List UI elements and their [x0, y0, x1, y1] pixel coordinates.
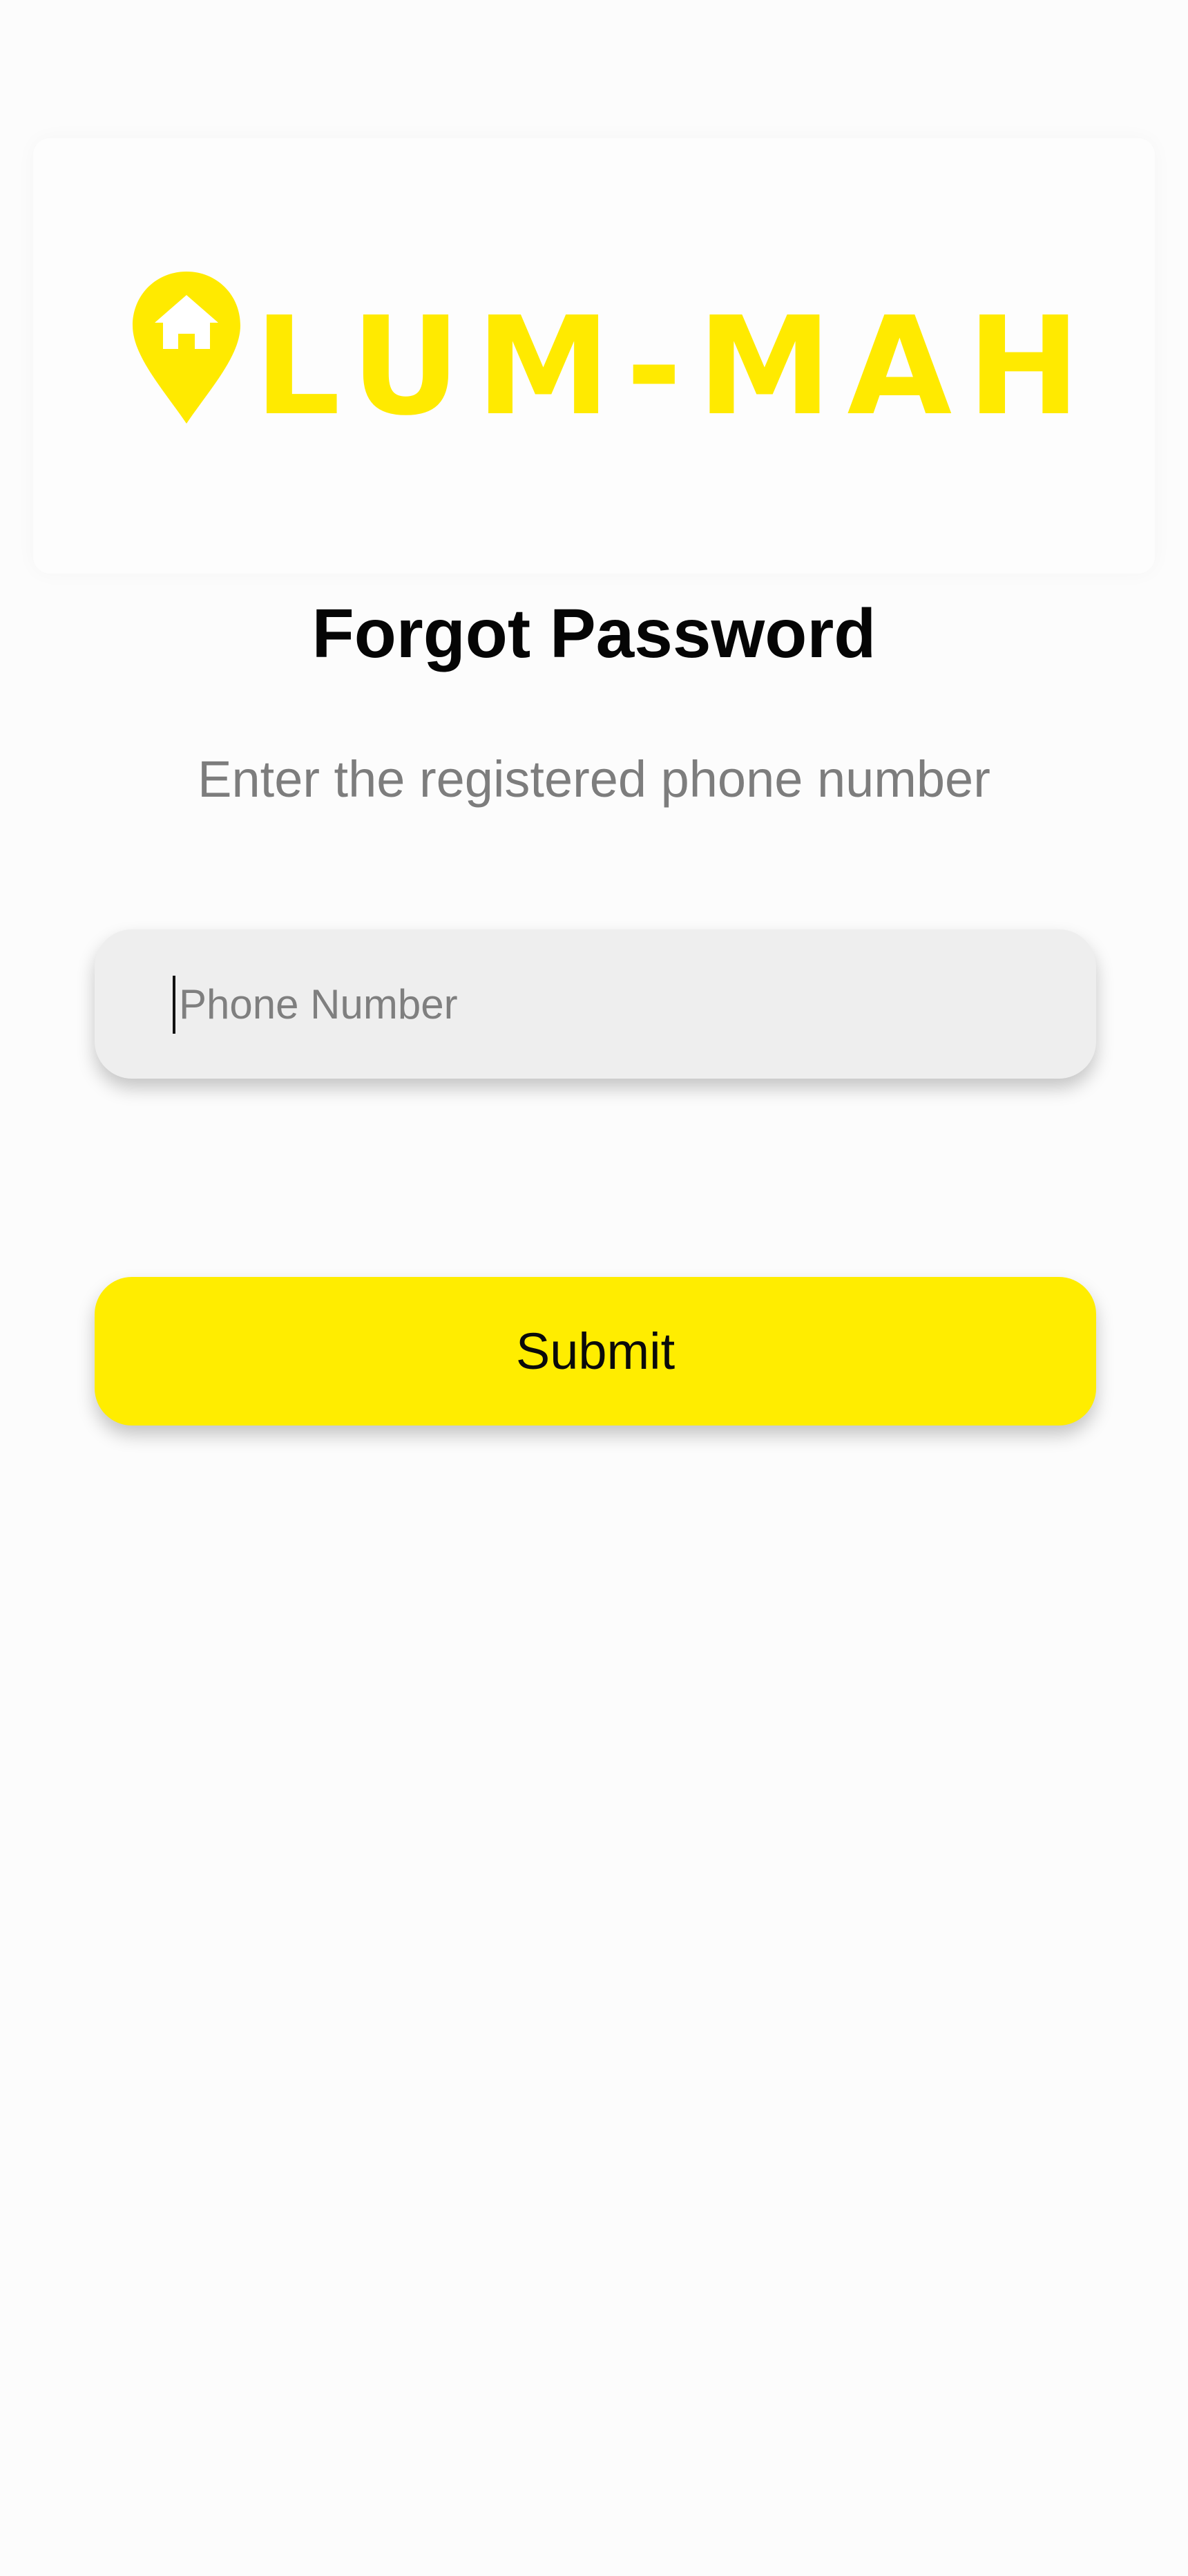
page-title: Forgot Password [312, 595, 876, 672]
house-location-pin-icon [133, 272, 240, 424]
brand-logo: LUM-MAH [131, 272, 1080, 435]
text-caret [173, 976, 175, 1034]
submit-button[interactable]: Submit [95, 1277, 1096, 1426]
phone-number-field[interactable] [95, 929, 1096, 1079]
brand-wordmark: LUM-MAH [254, 288, 1096, 446]
page-subtitle: Enter the registered phone number [198, 750, 990, 808]
phone-number-input[interactable] [179, 929, 1049, 1079]
